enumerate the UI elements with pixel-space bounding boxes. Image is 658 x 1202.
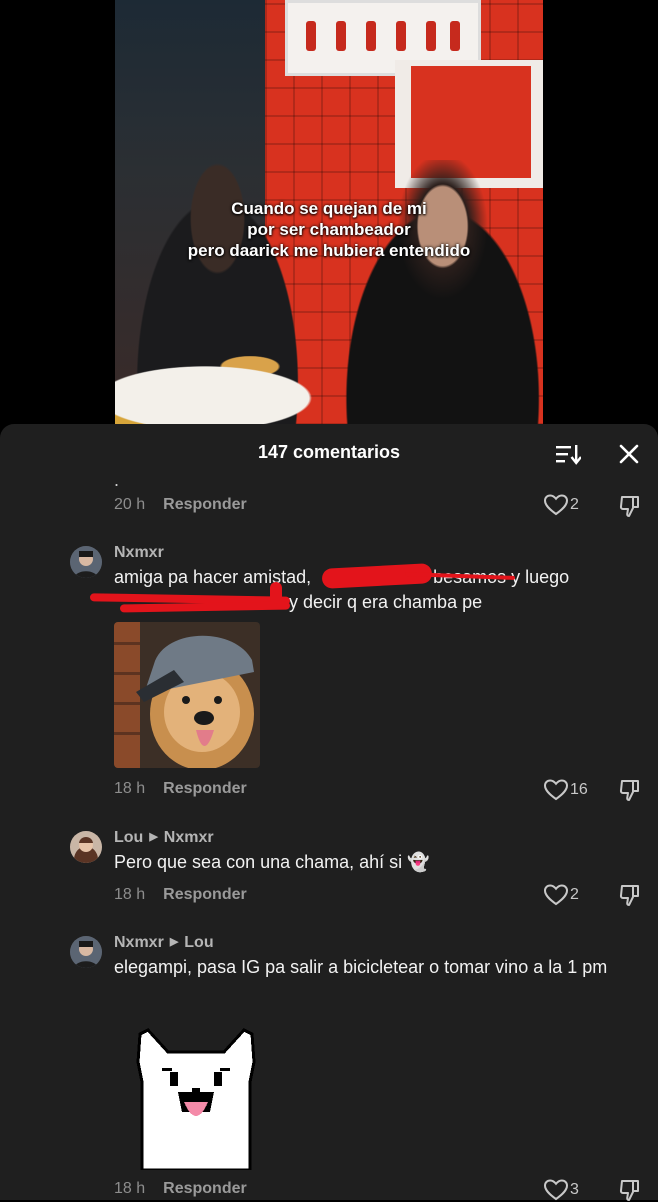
video-player[interactable]: Cuando se quejan de mi por ser chambeado… — [115, 0, 543, 425]
comment-meta: 18 h Responder — [114, 1180, 247, 1198]
comment-username: Lou ▶ Nxmxr — [114, 829, 214, 847]
comment-time: 18 h — [114, 1180, 146, 1197]
comment-text: elegampi, pasa IG pa salir a bicicletear… — [114, 957, 608, 977]
dislike-icon[interactable] — [618, 1178, 642, 1202]
user-avatar-icon — [70, 831, 102, 863]
dislike-icon[interactable] — [618, 494, 642, 518]
caption-line-2: por ser chambeador — [247, 220, 411, 239]
dislike-icon[interactable] — [618, 778, 642, 802]
username-text: Nxmxr — [114, 934, 164, 951]
like-button[interactable]: 16 — [544, 779, 604, 801]
redaction-scribble — [270, 582, 282, 604]
heart-icon — [544, 884, 568, 906]
avatar[interactable] — [70, 936, 102, 968]
reply-to-username: Nxmxr — [163, 829, 214, 846]
user-avatar-icon — [70, 546, 102, 578]
comment-meta: 20 h Responder — [114, 496, 247, 514]
comment-username: Nxmxr ▶ Lou — [114, 934, 214, 952]
comment-sticker[interactable] — [134, 1022, 258, 1170]
like-count: 2 — [570, 886, 579, 903]
reply-arrow-icon: ▶ — [149, 831, 158, 843]
video-caption: Cuando se quejan de mi por ser chambeado… — [115, 198, 543, 261]
reply-button[interactable]: Responder — [163, 886, 247, 903]
comment-line-1-start: amiga pa hacer amistad, — [114, 567, 317, 587]
reply-button[interactable]: Responder — [163, 496, 247, 513]
comment-text: Pero que sea con una chama, ahí si 👻 — [114, 852, 430, 872]
reply-arrow-icon: ▶ — [169, 936, 179, 948]
comment-text: . — [114, 470, 120, 490]
comment-meta: 18 h Responder — [114, 886, 247, 904]
user-avatar-icon — [70, 936, 102, 968]
avatar[interactable] — [70, 831, 102, 863]
sort-icon[interactable] — [555, 443, 581, 465]
caption-line-3: pero daarick me hubiera entendido — [187, 241, 471, 260]
video-food — [115, 335, 415, 425]
username-text: Nxmxr — [114, 544, 164, 561]
avatar[interactable] — [70, 546, 102, 578]
heart-icon — [544, 1179, 568, 1201]
reply-button[interactable]: Responder — [163, 780, 247, 797]
like-button[interactable]: 3 — [544, 1179, 604, 1201]
dislike-icon[interactable] — [618, 883, 642, 907]
caption-line-1: Cuando se quejan de mi — [231, 199, 427, 218]
comment-time: 18 h — [114, 886, 146, 903]
reply-button[interactable]: Responder — [163, 1180, 247, 1197]
like-count: 16 — [570, 781, 588, 798]
reply-to-username: Lou — [184, 934, 214, 951]
username-text: Lou — [114, 829, 144, 846]
like-count: 3 — [570, 1181, 579, 1198]
comment-line-2-end: y decir q era chamba pe — [284, 592, 483, 612]
like-count: 2 — [570, 496, 579, 513]
comment-time: 20 h — [114, 496, 146, 513]
close-icon[interactable] — [618, 443, 640, 465]
comment-time: 18 h — [114, 780, 146, 797]
heart-icon — [544, 494, 568, 516]
comment-meta: 18 h Responder — [114, 780, 247, 798]
heart-icon — [544, 779, 568, 801]
comments-sheet: 147 comentarios . 20 h Responder 2 Nxmxr… — [0, 424, 658, 1202]
comment-image[interactable] — [114, 622, 260, 768]
like-button[interactable]: 2 — [544, 494, 604, 516]
like-button[interactable]: 2 — [544, 884, 604, 906]
comment-username: Nxmxr — [114, 544, 164, 562]
